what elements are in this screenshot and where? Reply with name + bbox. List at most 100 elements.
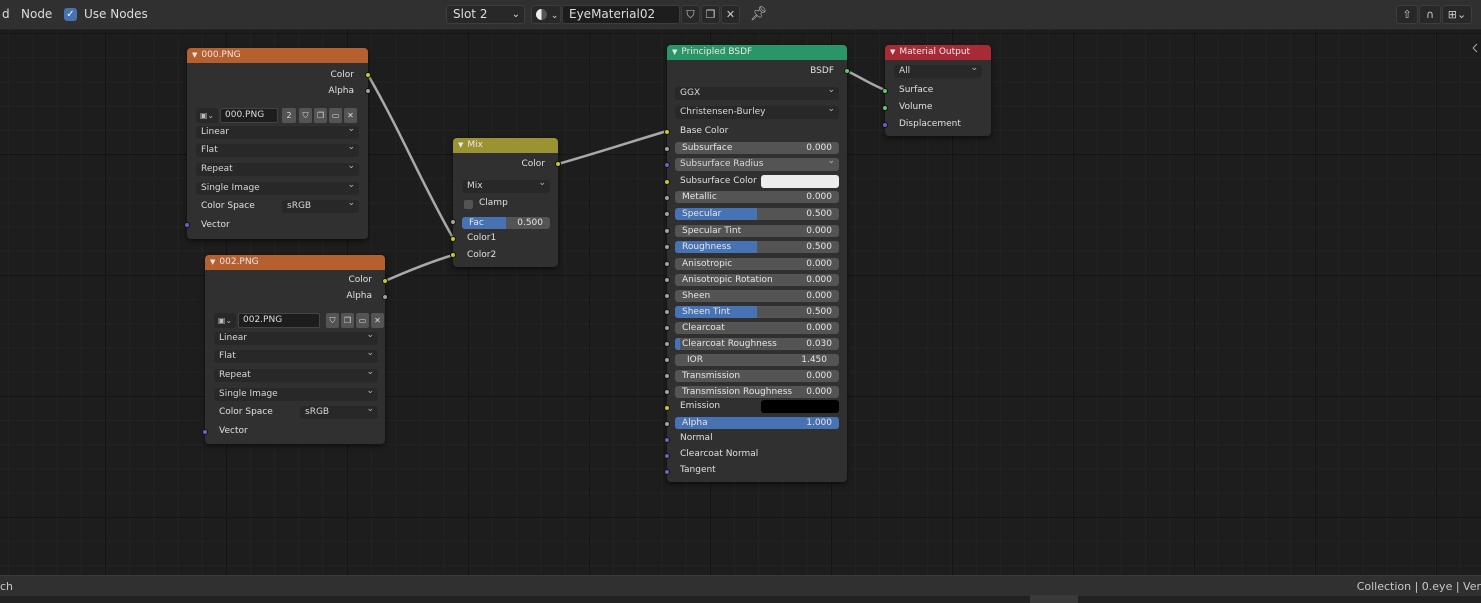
source-dropdown[interactable]: Single Image [196, 182, 359, 195]
pin-icon[interactable]: 📌︎ [750, 5, 768, 23]
output-bsdf-socket[interactable] [844, 68, 850, 74]
input-socket[interactable] [664, 195, 670, 201]
color-space-dropdown[interactable]: sRGB [300, 406, 378, 419]
subsurface-slider[interactable]: Subsurface 0.000 [675, 142, 839, 154]
output-alpha-socket[interactable] [365, 88, 371, 94]
projection-dropdown[interactable]: Flat [214, 350, 378, 363]
extension-dropdown[interactable]: Repeat [196, 163, 359, 176]
node-header[interactable]: ▼ 002.PNG [205, 255, 385, 270]
unlink-close-icon[interactable]: ✕ [721, 5, 740, 24]
input-socket[interactable] [664, 421, 670, 427]
ior-field[interactable]: IOR 1.450 [675, 354, 839, 366]
collapse-triangle-icon[interactable]: ▼ [672, 48, 677, 56]
image-name-field[interactable]: 000.PNG [220, 108, 278, 123]
input-socket[interactable] [664, 357, 670, 363]
duplicate-material-icon[interactable]: ❐ [701, 5, 720, 24]
input-socket[interactable] [664, 146, 670, 152]
output-color-socket[interactable] [382, 278, 388, 284]
clearcoat-roughness-slider[interactable]: Clearcoat Roughness 0.030 [675, 338, 839, 350]
distribution-dropdown[interactable]: GGX [675, 87, 839, 100]
subsurface-method-dropdown[interactable]: Christensen-Burley [675, 106, 839, 119]
image-name-field[interactable]: 002.PNG [238, 313, 320, 328]
input-vector-socket[interactable] [184, 222, 190, 228]
node-header[interactable]: ▼ 000.PNG [187, 48, 368, 63]
open-folder-icon[interactable]: ▭ [356, 313, 369, 328]
clearcoat-slider[interactable]: Clearcoat 0.000 [675, 322, 839, 334]
input-surface-socket[interactable] [882, 88, 888, 94]
transmission-slider[interactable]: Transmission 0.000 [675, 370, 839, 382]
input-color2-socket[interactable] [450, 252, 456, 258]
material-browse-button[interactable]: ⌄ [531, 5, 561, 24]
image-browse-icon[interactable]: ▣⌄ [214, 313, 236, 328]
image-texture-node-000[interactable]: ▼ 000.PNG Color Alpha ▣⌄ 000.PNG 2 ⛉ ❐ ▭ … [184, 48, 371, 239]
output-color-socket[interactable] [365, 72, 371, 78]
specular-tint-slider[interactable]: Specular Tint 0.000 [675, 225, 839, 237]
sheen-tint-slider[interactable]: Sheen Tint 0.500 [675, 306, 839, 318]
parent-node-tree-icon[interactable]: ⇧ [1396, 5, 1418, 24]
subsurface-radius-field[interactable]: Subsurface Radius [675, 158, 839, 171]
input-socket[interactable] [664, 162, 670, 168]
collapse-triangle-icon[interactable]: ▼ [458, 141, 463, 149]
fake-user-shield-icon[interactable]: ⛉ [299, 108, 312, 123]
material-output-node[interactable]: ▼ Material Output All Surface Volume Disp… [882, 45, 991, 136]
source-dropdown[interactable]: Single Image [214, 388, 378, 401]
specular-slider[interactable]: Specular 0.500 [675, 208, 839, 220]
fac-slider[interactable]: Fac 0.500 [462, 217, 550, 229]
material-name-field[interactable]: EyeMaterial02 [562, 5, 680, 24]
input-socket[interactable] [664, 293, 670, 299]
input-displacement-socket[interactable] [882, 122, 888, 128]
input-base-color-socket[interactable] [664, 129, 670, 135]
alpha-slider[interactable]: Alpha 1.000 [675, 417, 839, 429]
input-socket[interactable] [664, 179, 670, 185]
output-color-socket[interactable] [555, 161, 561, 167]
mix-rgb-node[interactable]: ▼ Mix Color Mix Clamp Fac 0.500 Color1 Co… [450, 138, 561, 267]
input-color1-socket[interactable] [450, 236, 456, 242]
duplicate-image-icon[interactable]: ❐ [314, 108, 327, 123]
node-menu[interactable]: Node [21, 7, 52, 21]
input-socket[interactable] [664, 309, 670, 315]
input-socket[interactable] [664, 453, 670, 459]
fake-user-shield-icon[interactable]: ⛉ [326, 313, 339, 328]
clamp-checkbox[interactable] [464, 200, 473, 209]
open-folder-icon[interactable]: ▭ [329, 108, 342, 123]
collapse-triangle-icon[interactable]: ▼ [192, 51, 197, 59]
interpolation-dropdown[interactable]: Linear [214, 332, 378, 345]
node-header[interactable]: ▼ Material Output [885, 45, 991, 60]
input-socket[interactable] [664, 211, 670, 217]
emission-color-swatch[interactable] [761, 400, 839, 413]
input-socket[interactable] [664, 277, 670, 283]
node-editor-canvas[interactable]: ▼ 000.PNG Color Alpha ▣⌄ 000.PNG 2 ⛉ ❐ ▭ … [0, 30, 1481, 575]
image-texture-node-002[interactable]: ▼ 002.PNG Color Alpha ▣⌄ 002.PNG ⛉ ❐ ▭ ✕ … [202, 255, 388, 444]
node-header[interactable]: ▼ Principled BSDF [667, 45, 847, 60]
input-socket[interactable] [664, 228, 670, 234]
anisotropic-rotation-slider[interactable]: Anisotropic Rotation 0.000 [675, 274, 839, 286]
transmission-roughness-slider[interactable]: Transmission Roughness 0.000 [675, 386, 839, 398]
interpolation-dropdown[interactable]: Linear [196, 126, 359, 139]
input-vector-socket[interactable] [202, 429, 208, 435]
input-volume-socket[interactable] [882, 105, 888, 111]
use-nodes-checkbox[interactable]: ✓ [64, 8, 77, 21]
sheen-slider[interactable]: Sheen 0.000 [675, 290, 839, 302]
snap-element-icon[interactable]: ⊞⌄ [1442, 5, 1472, 24]
snap-magnet-icon[interactable]: ∩ [1419, 5, 1441, 24]
fake-user-shield-icon[interactable]: ⛉ [681, 5, 700, 24]
anisotropic-slider[interactable]: Anisotropic 0.000 [675, 258, 839, 270]
subsurface-color-swatch[interactable] [761, 175, 839, 188]
slot-dropdown[interactable]: Slot 2 ⌄ [446, 5, 525, 24]
menu-partial[interactable]: d [2, 7, 10, 21]
input-socket[interactable] [664, 244, 670, 250]
output-alpha-socket[interactable] [382, 294, 388, 300]
input-socket[interactable] [664, 437, 670, 443]
node-header[interactable]: ▼ Mix [453, 138, 558, 153]
input-socket[interactable] [664, 389, 670, 395]
image-browse-icon[interactable]: ▣⌄ [196, 108, 218, 123]
input-socket[interactable] [664, 261, 670, 267]
unlink-close-icon[interactable]: ✕ [371, 313, 384, 328]
extension-dropdown[interactable]: Repeat [214, 369, 378, 382]
input-socket[interactable] [664, 325, 670, 331]
input-socket[interactable] [664, 405, 670, 411]
bottom-scrollbar[interactable] [1030, 595, 1078, 603]
blend-type-dropdown[interactable]: Mix [462, 180, 550, 193]
unlink-close-icon[interactable]: ✕ [344, 108, 357, 123]
target-dropdown[interactable]: All [894, 65, 982, 78]
